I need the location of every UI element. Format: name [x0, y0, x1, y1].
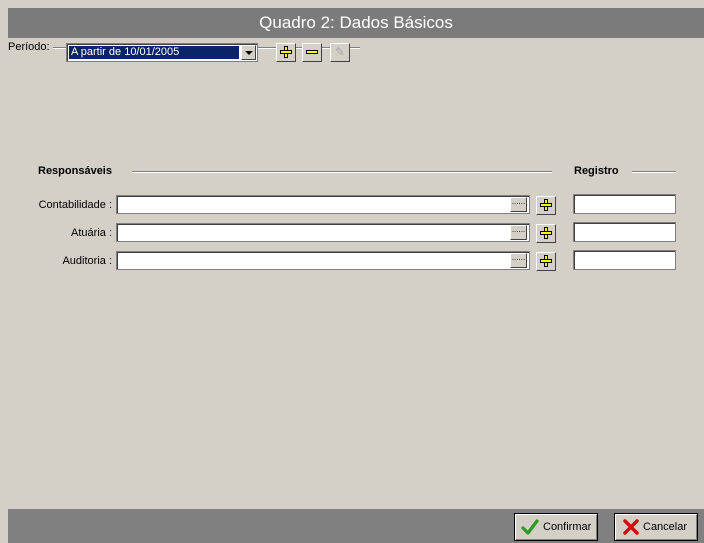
- responsaveis-heading: Responsáveis: [38, 165, 117, 177]
- close-icon: [623, 519, 639, 535]
- chevron-down-icon[interactable]: [241, 45, 256, 60]
- registro-heading: Registro: [574, 165, 624, 177]
- periodo-select[interactable]: A partir de 10/01/2005: [66, 43, 258, 62]
- dialog-window: Quadro 2: Dados Básicos Período: A parti…: [0, 0, 704, 543]
- window-title: Quadro 2: Dados Básicos: [8, 8, 704, 38]
- plus-icon: [540, 199, 552, 211]
- contabilidade-label: Contabilidade :: [38, 199, 112, 211]
- contabilidade-field[interactable]: [116, 195, 530, 214]
- cancel-label: Cancelar: [643, 521, 688, 533]
- periodo-selected-value: A partir de 10/01/2005: [69, 46, 239, 59]
- periodo-label: Período:: [8, 41, 53, 53]
- plus-icon: [540, 227, 552, 239]
- remove-periodo-button[interactable]: [302, 43, 322, 62]
- atuaria-registro-field[interactable]: [573, 222, 676, 242]
- registro-separator: [632, 171, 676, 173]
- pencil-icon: ✎: [335, 45, 346, 59]
- confirm-button[interactable]: Confirmar: [514, 513, 598, 541]
- edit-periodo-button[interactable]: ✎: [330, 43, 350, 62]
- contabilidade-lookup-button[interactable]: ......: [510, 197, 527, 212]
- auditoria-label: Auditoria :: [62, 255, 112, 267]
- auditoria-add-button[interactable]: [536, 252, 556, 271]
- plus-icon: [540, 255, 552, 267]
- auditoria-registro-field[interactable]: [573, 250, 676, 270]
- contabilidade-add-button[interactable]: [536, 196, 556, 215]
- footer-bar: [8, 509, 704, 543]
- atuaria-add-button[interactable]: [536, 224, 556, 243]
- auditoria-field[interactable]: [116, 251, 530, 270]
- confirm-label: Confirmar: [543, 521, 592, 533]
- atuaria-label: Atuária :: [71, 227, 112, 239]
- atuaria-lookup-button[interactable]: ......: [510, 225, 527, 240]
- contabilidade-registro-field[interactable]: [573, 194, 676, 214]
- add-periodo-button[interactable]: [276, 43, 296, 62]
- check-icon: [521, 519, 539, 535]
- cancel-button[interactable]: Cancelar: [614, 513, 698, 541]
- minus-icon: [306, 50, 318, 54]
- plus-icon: [280, 46, 292, 58]
- auditoria-lookup-button[interactable]: ......: [510, 253, 527, 268]
- atuaria-field[interactable]: [116, 223, 530, 242]
- responsaveis-separator: [132, 171, 552, 173]
